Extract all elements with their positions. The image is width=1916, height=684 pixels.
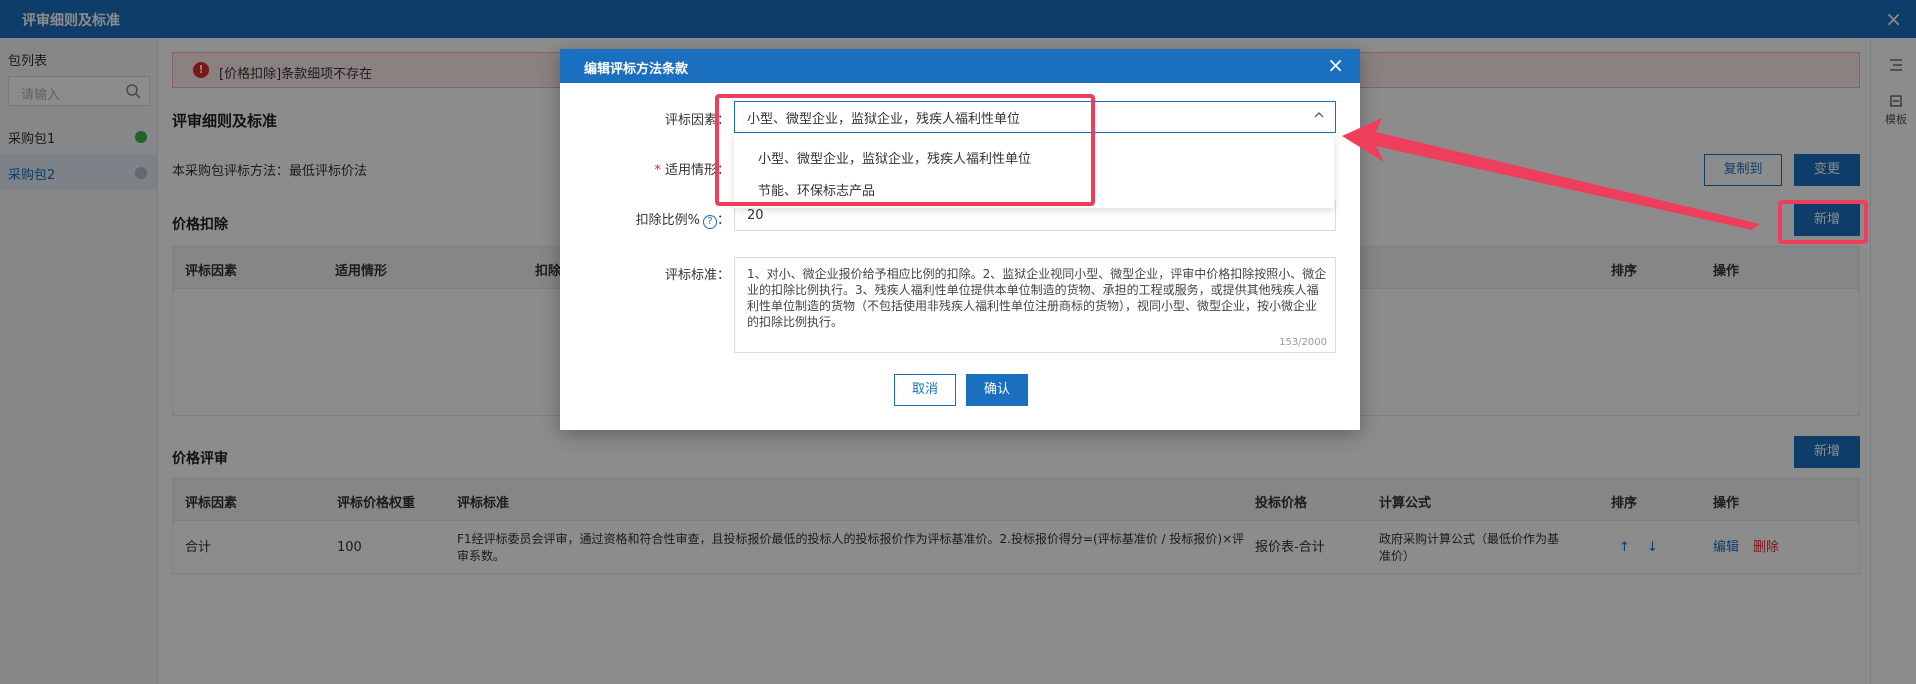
annotation-arrow [1342,118,1760,230]
